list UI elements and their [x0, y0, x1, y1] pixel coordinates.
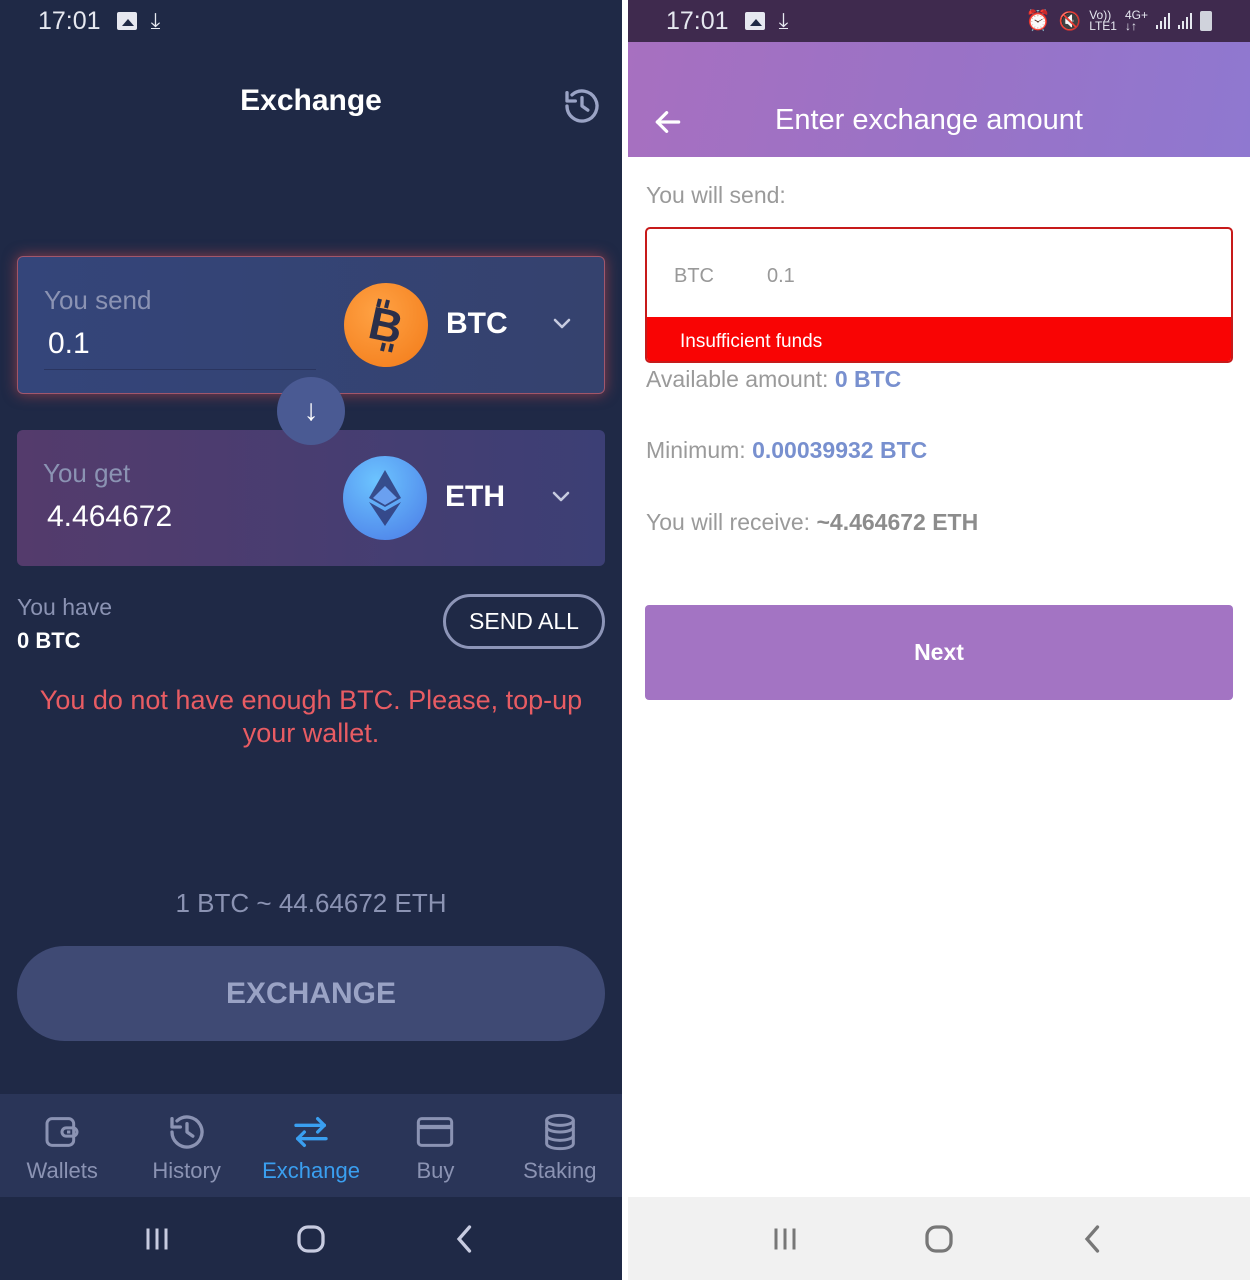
back-icon[interactable] — [447, 1221, 483, 1257]
get-card: You get 4.464672 ETH — [17, 430, 605, 566]
arrow-down-icon: ↓ — [303, 394, 319, 427]
status-bar: 17:01 ⤓ ⏰ 🔇 Vo))LTE1 4G+↓↑ — [0, 0, 1250, 1280]
home-icon[interactable] — [921, 1221, 957, 1257]
app-bar: Enter exchange amount — [628, 42, 1250, 157]
image-icon — [744, 12, 765, 30]
download-icon: ⤓ — [778, 8, 789, 33]
signal-icon — [1156, 13, 1170, 29]
battery-icon — [1200, 11, 1212, 31]
system-nav-bar — [0, 1197, 622, 1280]
minimum-value: 0.00039932 BTC — [752, 437, 928, 463]
error-message: Insufficient funds — [647, 317, 1231, 361]
exchange-arrows-icon — [294, 1117, 328, 1147]
tab-exchange[interactable]: Exchange — [249, 1094, 373, 1197]
enter-amount-screen: 17:01 ⤓ ⏰ 🔇 Vo)) LTE1 4G+ ↓↑ Enter exchang… — [628, 0, 1250, 1280]
history-icon[interactable] — [562, 86, 602, 126]
bottom-tab-bar: Wallets History Exchange Buy Staking — [0, 1094, 622, 1197]
history-icon — [169, 1115, 204, 1149]
back-arrow-icon[interactable] — [652, 106, 684, 138]
tab-history[interactable]: History — [124, 1094, 248, 1197]
amount-field: BTC Insufficient funds — [645, 227, 1233, 363]
currency-prefix: BTC — [674, 265, 714, 287]
back-icon[interactable] — [1075, 1221, 1111, 1257]
available-value: 0 BTC — [834, 366, 902, 392]
home-icon[interactable] — [293, 1221, 329, 1257]
screenshot: 17:01 ⤓ ⏰ 🔇 Vo))LTE1 4G+↓↑ Exchange You … — [0, 0, 1250, 1280]
status-time: 17:01 — [666, 6, 729, 35]
recent-apps-icon[interactable] — [767, 1221, 803, 1257]
send-card: You send 0.1 B BTC — [17, 256, 605, 394]
get-amount: 4.464672 — [47, 500, 173, 533]
send-currency[interactable]: BTC — [446, 307, 508, 341]
image-icon — [116, 12, 137, 30]
chevron-down-icon[interactable] — [549, 484, 573, 508]
tab-staking[interactable]: Staking — [498, 1094, 622, 1197]
amount-input[interactable] — [767, 265, 1187, 288]
download-icon: ⤓ — [150, 8, 161, 33]
status-bar: 17:01 ⤓ ⏰ 🔇 Vo))LTE1 4G+↓↑ — [628, 0, 1250, 42]
balance-value: 0 BTC — [17, 628, 81, 653]
receive-amount: You will receive: ~4.464672 ETH — [646, 509, 979, 535]
mute-vibrate-icon: 🔇 — [1058, 10, 1082, 31]
get-label: You get — [43, 458, 131, 488]
status-time: 17:01 — [38, 6, 101, 35]
wallet-icon — [45, 1117, 79, 1147]
page-title: Enter exchange amount — [775, 104, 1083, 136]
chevron-down-icon[interactable] — [550, 311, 574, 335]
credit-card-icon — [417, 1117, 454, 1147]
ethereum-icon[interactable] — [343, 456, 427, 540]
signal-icon — [1178, 13, 1192, 29]
exchange-rate: 1 BTC ~ 44.64672 ETH — [175, 888, 447, 918]
recent-apps-icon[interactable] — [139, 1221, 175, 1257]
volte-lte1-icon: Vo))LTE1 — [1089, 8, 1117, 33]
send-label: You send — [44, 285, 152, 315]
minimum-amount: Minimum: 0.00039932 BTC — [646, 437, 928, 463]
input-underline — [44, 369, 316, 370]
alarm-icon: ⏰ — [1025, 9, 1051, 32]
system-nav-bar — [628, 1197, 1250, 1280]
send-amount-input[interactable]: 0.1 — [48, 327, 90, 361]
next-button[interactable]: Next — [645, 605, 1233, 700]
tab-wallets[interactable]: Wallets — [0, 1094, 124, 1197]
available-amount: Available amount: 0 BTC — [646, 366, 902, 392]
exchange-button[interactable]: EXCHANGE — [17, 946, 605, 1041]
balance-label: You have — [17, 594, 113, 620]
tab-buy[interactable]: Buy — [373, 1094, 497, 1197]
4g-plus-icon: 4G+↓↑ — [1124, 8, 1148, 33]
swap-direction-button[interactable]: ↓ — [277, 377, 345, 445]
coins-stack-icon — [544, 1113, 575, 1151]
page-title: Exchange — [240, 84, 382, 117]
receive-value: ~4.464672 ETH — [816, 509, 979, 535]
send-label: You will send: — [646, 182, 786, 208]
status-icons: ⏰ 🔇 Vo))LTE1 4G+↓↑ — [1025, 8, 1212, 33]
insufficient-balance-warning: You do not have enough BTC. Please, top-… — [39, 685, 583, 748]
bitcoin-icon[interactable]: B — [344, 283, 428, 367]
get-currency[interactable]: ETH — [445, 480, 505, 514]
exchange-screen: 17:01 ⤓ ⏰ 🔇 Vo))LTE1 4G+↓↑ Exchange You … — [0, 0, 1250, 1280]
send-all-button[interactable]: SEND ALL — [443, 594, 605, 649]
